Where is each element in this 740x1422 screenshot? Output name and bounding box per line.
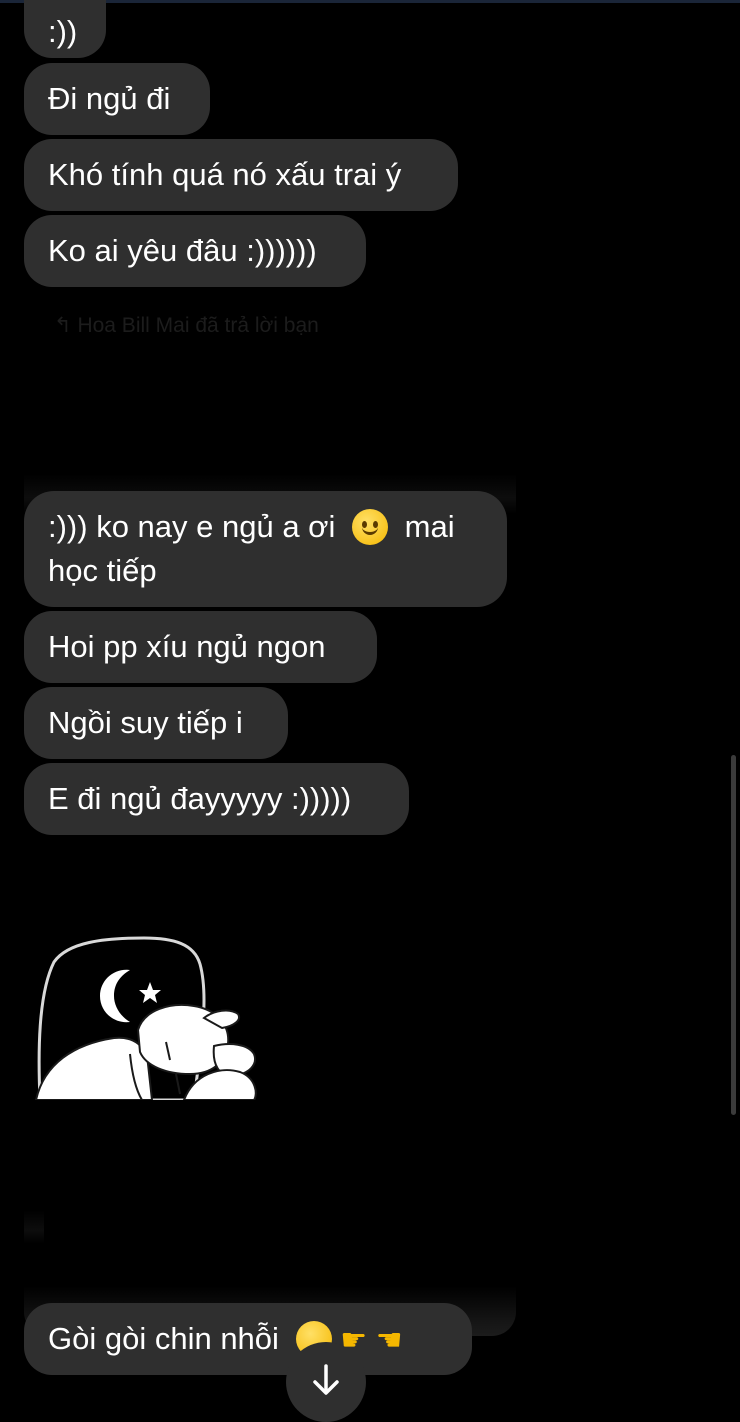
sleeping-on-moon-sticker[interactable] [34, 934, 264, 1100]
sticker-drawing [34, 936, 257, 1100]
message-bubble[interactable]: Khó tính quá nó xấu trai ý [24, 139, 458, 211]
message-bubble[interactable]: Gòi gòi chin nhỗi ☛ ☚ [24, 1303, 472, 1375]
status-edge [0, 0, 740, 3]
message-text: Hoi pp xíu ngủ ngon [48, 629, 326, 664]
message-text: :))) ko nay e ngủ a ơi [48, 509, 336, 544]
scrollbar[interactable] [731, 755, 736, 1115]
pointing-left-icon: ☚ [375, 1322, 403, 1358]
message-text: :)) [48, 14, 78, 49]
message-text: Khó tính quá nó xấu trai ý [48, 157, 402, 192]
arrow-down-icon [313, 1364, 339, 1395]
reply-indicator-text: Hoa Bill Mai đã trả lời bạn [77, 314, 319, 337]
reply-indicator: ↰ Hoa Bill Mai đã trả lời bạn [54, 313, 319, 338]
message-text: Gòi gòi chin nhỗi [48, 1321, 279, 1356]
message-text: Ko ai yêu đâu :)))))) [48, 233, 317, 268]
message-text: Ngồi suy tiếp i [48, 705, 243, 740]
message-text: Đi ngủ đi [48, 81, 171, 116]
slightly-smiling-face-icon [352, 508, 389, 545]
message-bubble[interactable]: E đi ngủ đayyyyy :))))) [24, 763, 409, 835]
message-bubble[interactable]: Ko ai yêu đâu :)))))) [24, 215, 366, 287]
reply-arrow-icon: ↰ [54, 314, 72, 337]
message-text: mai [404, 509, 455, 544]
message-bubble[interactable]: :)) [24, 0, 106, 58]
message-bubble[interactable]: :))) ko nay e ngủ a ơi mai học tiếp [24, 491, 507, 607]
message-text: học tiếp [48, 553, 157, 588]
message-bubble[interactable]: Ngồi suy tiếp i [24, 687, 288, 759]
scroll-down-button[interactable] [286, 1342, 366, 1422]
message-bubble[interactable]: Đi ngủ đi [24, 63, 210, 135]
message-bubble[interactable]: Hoi pp xíu ngủ ngon [24, 611, 377, 683]
message-text: E đi ngủ đayyyyy :))))) [48, 781, 352, 816]
quoted-reply-shadow [24, 1210, 44, 1244]
